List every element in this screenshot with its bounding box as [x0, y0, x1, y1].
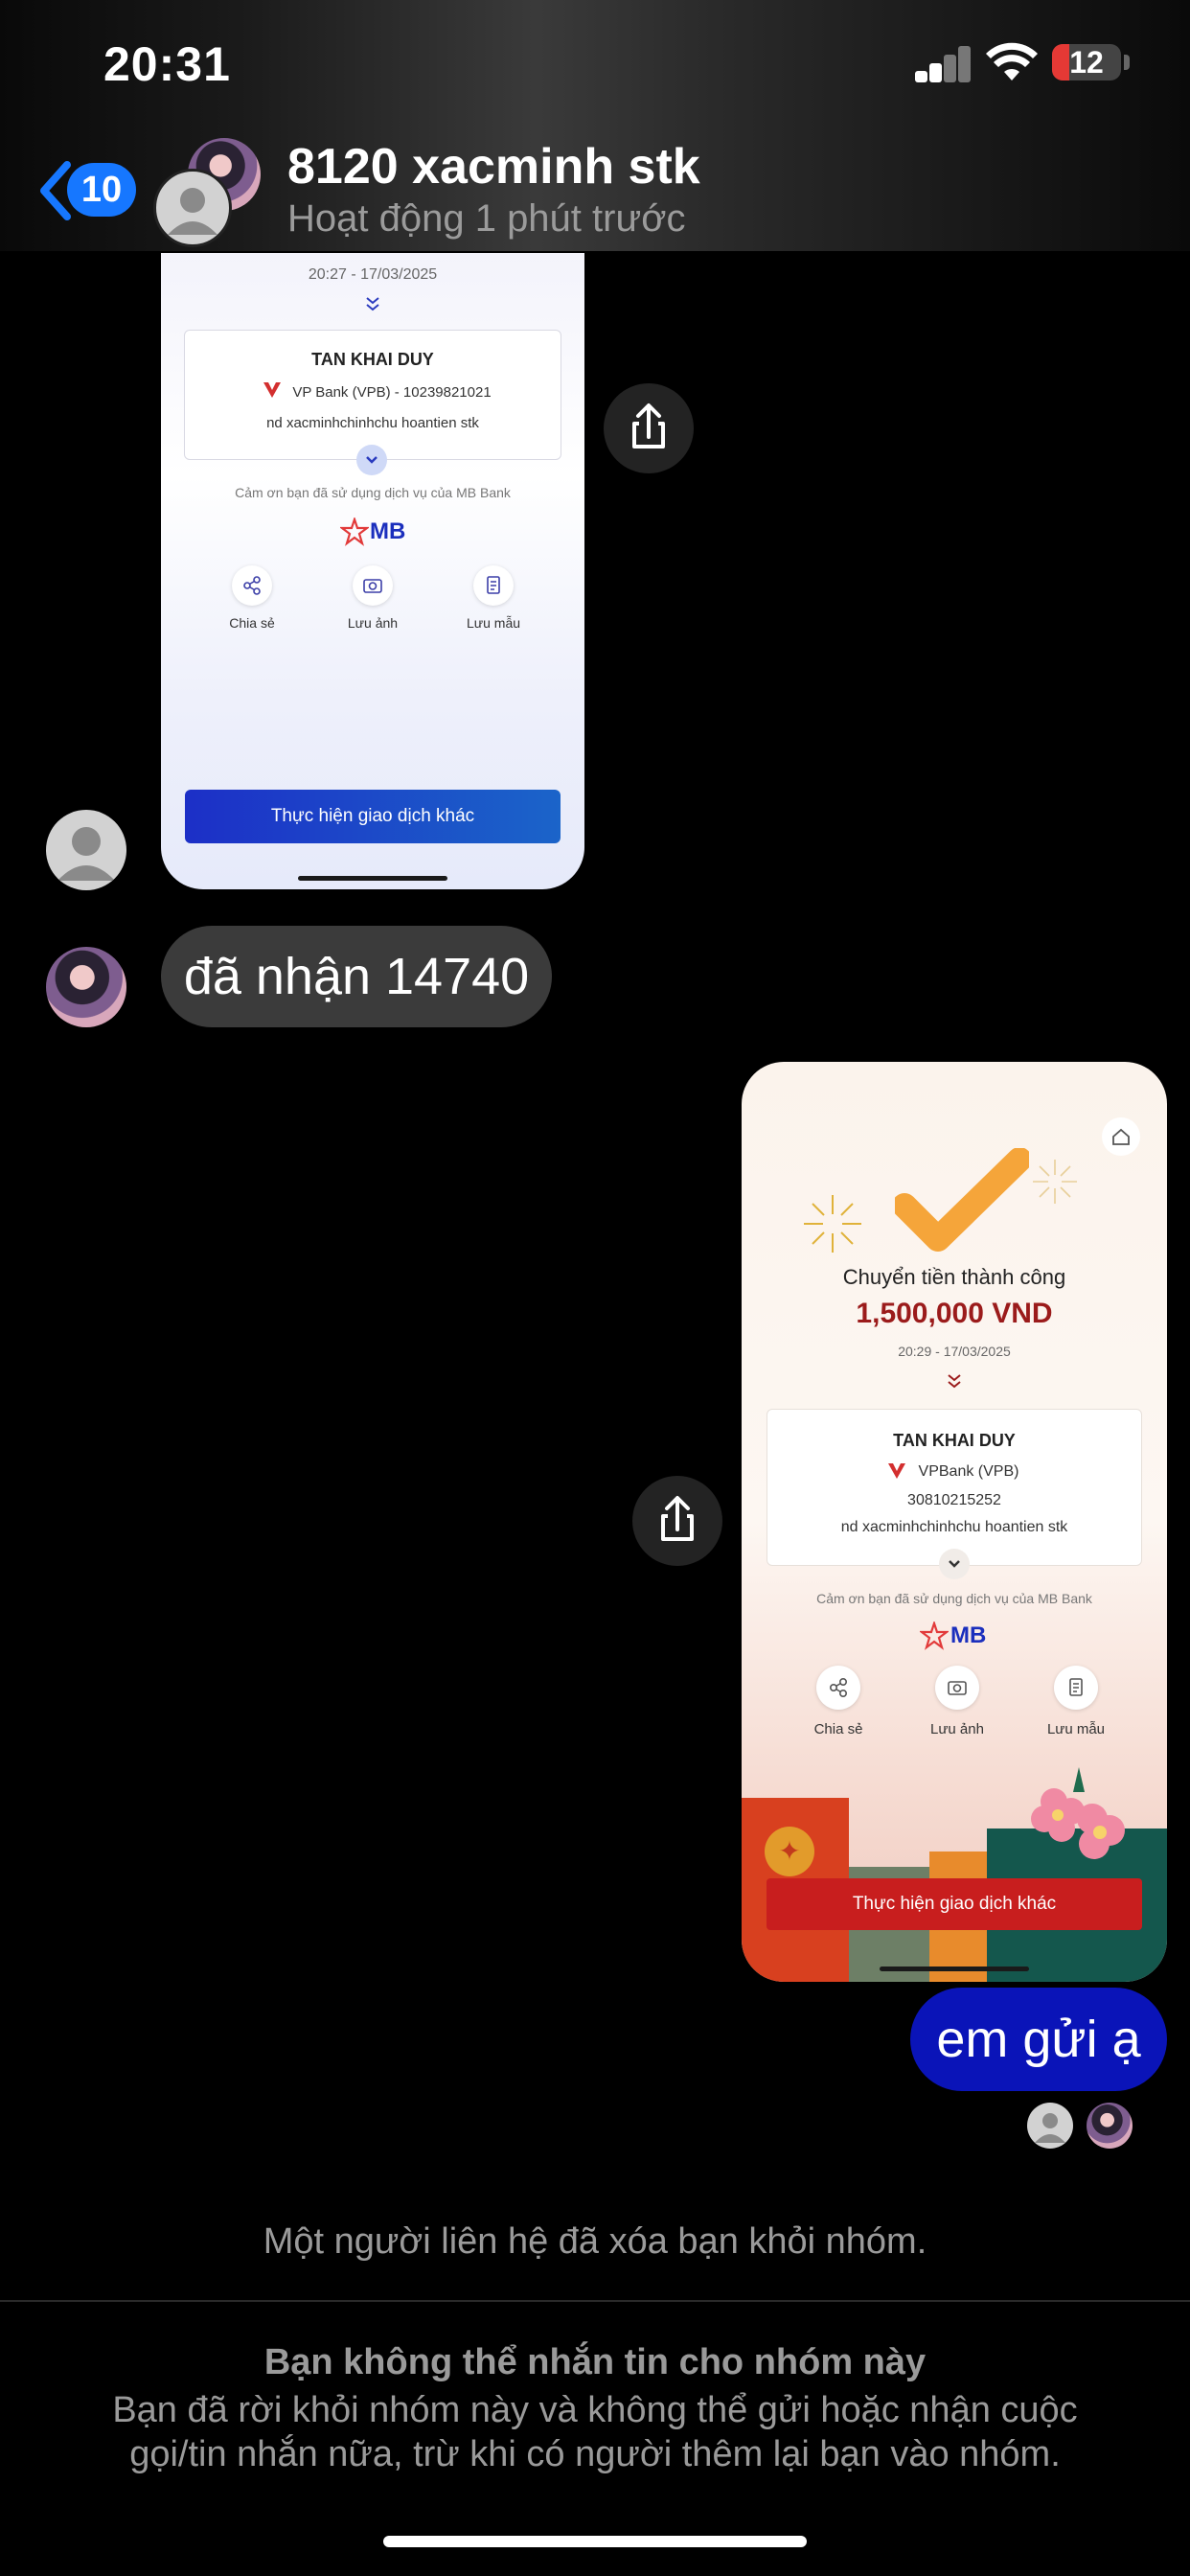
receipt-image-1[interactable]: 20:27 - 17/03/2025 TAN KHAI DUY VP Bank … — [161, 253, 584, 889]
coin-icon: ✦ — [765, 1827, 814, 1876]
share-nodes-icon — [816, 1666, 860, 1710]
sent-message-text: em gửi ạ — [936, 2011, 1141, 2068]
save-template-action[interactable]: Lưu mẫu — [1042, 1666, 1110, 1737]
home-icon[interactable] — [1102, 1117, 1140, 1156]
received-message-bubble[interactable]: đã nhận 14740 — [161, 926, 552, 1027]
share-nodes-icon — [232, 565, 272, 606]
transfer-note: nd xacminhchinhchu hoantien stk — [266, 415, 479, 431]
save-image-action[interactable]: Lưu ảnh — [341, 565, 404, 631]
thanks-text: Cảm ơn bạn đã sử dụng dịch vụ của MB Ban… — [235, 485, 511, 500]
document-icon — [1054, 1666, 1098, 1710]
share-action[interactable]: Chia sẻ — [805, 1666, 872, 1737]
camera-icon — [935, 1666, 979, 1710]
group-title[interactable]: 8120 xacminh stk — [287, 138, 700, 196]
blocked-body-line-2: gọi/tin nhắn nữa, trừ khi có người thêm … — [129, 2434, 1061, 2474]
recipient-box: TAN KHAI DUY VP Bank (VPB) - 10239821021… — [184, 330, 561, 460]
receipt-image-2[interactable]: Chuyển tiền thành công 1,500,000 VND 20:… — [742, 1062, 1167, 1982]
camera-icon — [353, 565, 393, 606]
save-template-label: Lưu mẫu — [466, 615, 521, 631]
share-label: Chia sẻ — [813, 1721, 863, 1737]
share-upload-icon — [632, 403, 665, 448]
received-message-text: đã nhận 14740 — [183, 948, 530, 1005]
new-transaction-button[interactable]: Thực hiện giao dịch khác — [185, 790, 561, 843]
battery-tip — [1124, 55, 1130, 70]
new-transaction-button[interactable]: Thực hiện giao dịch khác — [767, 1878, 1142, 1930]
save-image-action[interactable]: Lưu ảnh — [924, 1666, 991, 1737]
share-upload-icon — [661, 1496, 694, 1541]
system-notice: Một người liên hệ đã xóa bạn khỏi nhóm. — [263, 2221, 927, 2262]
mb-logo-icon — [918, 1620, 950, 1655]
save-image-label: Lưu ảnh — [347, 615, 399, 631]
save-image-label: Lưu ảnh — [930, 1721, 984, 1737]
firework-left-icon — [799, 1190, 866, 1262]
blocked-title: Bạn không thể nhắn tin cho nhóm này — [263, 2342, 927, 2382]
recipient-name: TAN KHAI DUY — [893, 1431, 1016, 1450]
transfer-success-title: Chuyển tiền thành công — [842, 1265, 1066, 1289]
transfer-note: nd xacminhchinhchu hoantien stk — [840, 1519, 1068, 1535]
wifi-icon — [985, 42, 1039, 87]
success-check-icon — [892, 1147, 1032, 1258]
home-indicator — [383, 2536, 807, 2547]
recipient-bank: VP Bank (VPB) - 10239821021 — [292, 384, 492, 401]
status-time: 20:31 — [103, 37, 231, 91]
mb-logo-text: MB — [950, 1622, 987, 1648]
battery-icon: 12 — [1052, 44, 1121, 80]
transfer-amount: 1,500,000 VND — [856, 1298, 1053, 1329]
recipient-bank: VPBank (VPB) — [918, 1463, 1019, 1480]
thanks-text: Cảm ơn bạn đã sử dụng dịch vụ của MB Ban… — [816, 1591, 1092, 1606]
share-button-2[interactable] — [632, 1476, 722, 1566]
chevron-double-down-icon — [945, 1372, 964, 1394]
recipient-box: TAN KHAI DUY VPBank (VPB) 30810215252 nd… — [767, 1409, 1142, 1566]
receipt-datetime: 20:27 - 17/03/2025 — [308, 266, 438, 283]
document-icon — [473, 565, 514, 606]
mb-logo-icon — [338, 516, 371, 551]
battery-level: 12 — [1069, 45, 1104, 80]
blocked-body-line-1: Bạn đã rời khỏi nhóm này và không thể gử… — [112, 2390, 1078, 2430]
firework-right-icon — [1029, 1156, 1081, 1212]
home-indicator-thumb — [298, 876, 447, 881]
share-button-1[interactable] — [604, 383, 694, 473]
expand-chevron-icon[interactable] — [356, 445, 387, 475]
unread-count-badge[interactable]: 10 — [67, 163, 136, 217]
cellular-signal-icon — [915, 44, 971, 82]
recipient-name: TAN KHAI DUY — [311, 350, 434, 369]
sender-avatar-photo[interactable] — [46, 947, 126, 1027]
seen-avatar-photo — [1087, 2103, 1133, 2149]
sender-avatar-default[interactable] — [46, 810, 126, 890]
recipient-account: 30810215252 — [907, 1492, 1001, 1508]
sent-message-bubble[interactable]: em gửi ạ — [910, 1988, 1167, 2091]
save-template-action[interactable]: Lưu mẫu — [462, 565, 525, 631]
expand-chevron-icon[interactable] — [939, 1549, 970, 1579]
divider — [0, 2300, 1190, 2302]
receipt-datetime: 20:29 - 17/03/2025 — [898, 1344, 1011, 1359]
flower-decoration-icon — [1016, 1763, 1140, 1874]
share-label: Chia sẻ — [229, 615, 275, 631]
save-template-label: Lưu mẫu — [1046, 1721, 1106, 1737]
home-indicator-thumb — [880, 1966, 1029, 1971]
seen-avatar-default — [1027, 2103, 1073, 2149]
share-action[interactable]: Chia sẻ — [220, 565, 284, 631]
group-avatar-default[interactable] — [153, 169, 232, 247]
activity-status: Hoạt động 1 phút trước — [287, 197, 686, 240]
chevron-double-down-icon — [363, 295, 382, 317]
mb-logo-text: MB — [370, 518, 406, 544]
